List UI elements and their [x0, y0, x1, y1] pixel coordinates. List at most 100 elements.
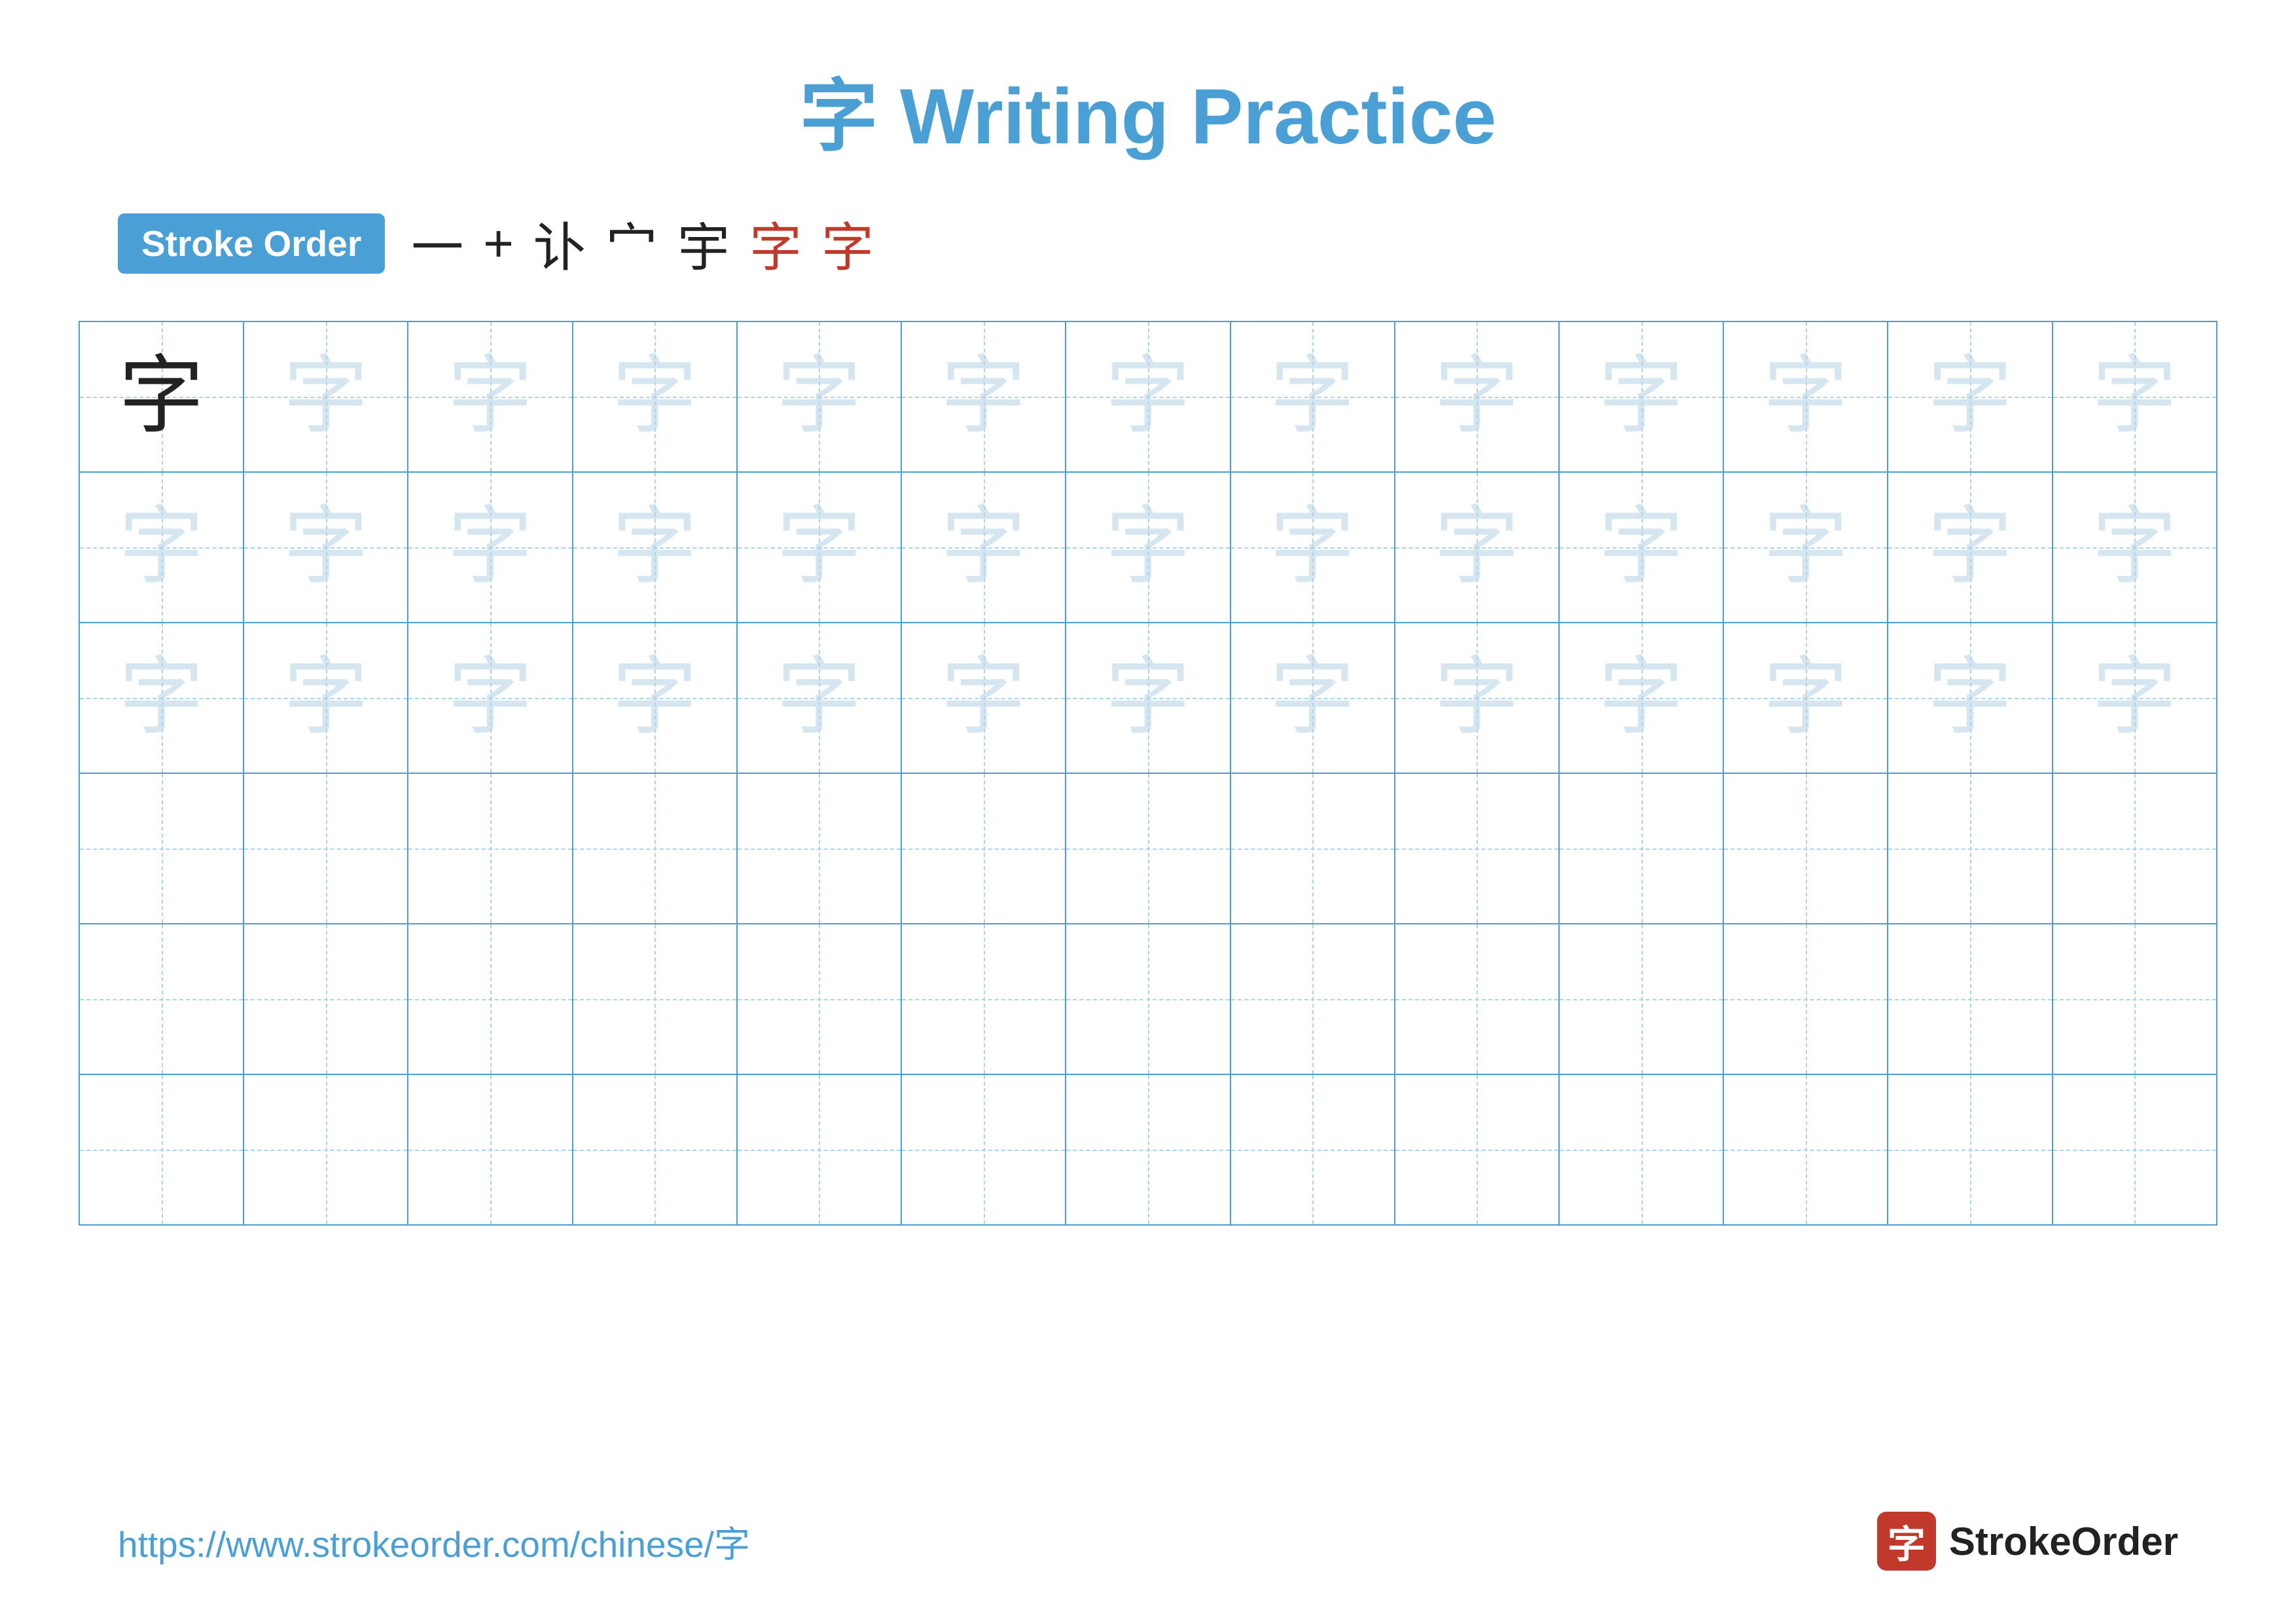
grid-cell[interactable]	[243, 924, 408, 1074]
stroke-order-badge: Stroke Order	[118, 213, 385, 274]
stroke-1: 一	[411, 206, 463, 282]
grid-cell[interactable]	[2053, 1074, 2217, 1225]
grid-cell[interactable]	[737, 773, 901, 924]
grid-cell[interactable]	[1559, 1074, 1723, 1225]
grid-cell[interactable]: 字	[1230, 623, 1395, 773]
grid-cell[interactable]	[408, 1074, 572, 1225]
grid-cell[interactable]	[1888, 924, 2052, 1074]
char-faint: 字	[2092, 350, 2177, 444]
grid-cell[interactable]	[1230, 924, 1395, 1074]
grid-cell[interactable]: 字	[2053, 321, 2217, 472]
grid-cell[interactable]: 字	[573, 321, 737, 472]
grid-cell[interactable]	[901, 924, 1066, 1074]
grid-cell[interactable]	[1723, 1074, 1888, 1225]
grid-cell[interactable]: 字	[408, 623, 572, 773]
grid-cell[interactable]: 字	[1395, 623, 1559, 773]
grid-cell[interactable]	[1559, 773, 1723, 924]
grid-cell[interactable]	[1395, 773, 1559, 924]
title-char: 字	[800, 73, 878, 160]
stroke-6: 字	[749, 206, 802, 282]
char-faint: 字	[1105, 350, 1191, 444]
grid-cell[interactable]: 字	[573, 623, 737, 773]
grid-cell[interactable]: 字	[243, 472, 408, 623]
grid-cell[interactable]: 字	[737, 623, 901, 773]
grid-cell[interactable]: 字	[1230, 472, 1395, 623]
grid-cell[interactable]	[1066, 924, 1230, 1074]
grid-cell[interactable]: 字	[408, 472, 572, 623]
grid-cell[interactable]	[1888, 1074, 2052, 1225]
grid-cell[interactable]: 字	[1559, 321, 1723, 472]
char-faint: 字	[283, 651, 368, 745]
grid-cell[interactable]	[901, 773, 1066, 924]
table-row: 字 字 字 字 字 字 字 字 字 字 字 字 字	[79, 472, 2217, 623]
grid-cell[interactable]: 字	[1888, 472, 2052, 623]
char-solid: 字	[119, 350, 204, 444]
title-text: Writing Practice	[878, 73, 1497, 160]
grid-cell[interactable]: 字	[1723, 623, 1888, 773]
grid-cell[interactable]: 字	[573, 472, 737, 623]
char-faint: 字	[1763, 350, 1848, 444]
grid-cell[interactable]: 字	[243, 321, 408, 472]
grid-cell[interactable]: 字	[243, 623, 408, 773]
grid-cell[interactable]	[1395, 924, 1559, 1074]
grid-cell[interactable]: 字	[1888, 623, 2052, 773]
grid-cell[interactable]	[1723, 773, 1888, 924]
grid-cell[interactable]: 字	[79, 472, 243, 623]
grid-cell[interactable]: 字	[737, 321, 901, 472]
grid-cell[interactable]: 字	[1888, 321, 2052, 472]
grid-cell[interactable]: 字	[1395, 472, 1559, 623]
grid-cell[interactable]: 字	[408, 321, 572, 472]
grid-cell[interactable]: 字	[1066, 623, 1230, 773]
grid-cell[interactable]: 字	[1723, 472, 1888, 623]
grid-cell[interactable]	[408, 924, 572, 1074]
grid-cell[interactable]	[573, 1074, 737, 1225]
grid-cell[interactable]: 字	[737, 472, 901, 623]
char-faint: 字	[776, 651, 861, 745]
grid-cell[interactable]	[1066, 773, 1230, 924]
grid-cell[interactable]	[408, 773, 572, 924]
grid-cell[interactable]	[1723, 924, 1888, 1074]
grid-cell[interactable]: 字	[1066, 472, 1230, 623]
grid-cell[interactable]	[79, 924, 243, 1074]
grid-cell[interactable]	[737, 1074, 901, 1225]
grid-cell[interactable]	[243, 773, 408, 924]
grid-cell[interactable]	[79, 1074, 243, 1225]
grid-cell[interactable]: 字	[2053, 472, 2217, 623]
grid-cell[interactable]: 字	[1230, 321, 1395, 472]
char-faint: 字	[776, 350, 861, 444]
grid-cell[interactable]	[2053, 773, 2217, 924]
grid-cell[interactable]: 字	[901, 472, 1066, 623]
grid-cell[interactable]: 字	[1559, 623, 1723, 773]
grid-cell[interactable]: 字	[901, 321, 1066, 472]
grid-cell[interactable]: 字	[79, 321, 243, 472]
grid-cell[interactable]: 字	[901, 623, 1066, 773]
footer-brand: 字 StrokeOrder	[1877, 1512, 2178, 1571]
stroke-7: 字	[821, 206, 874, 282]
grid-cell[interactable]: 字	[2053, 623, 2217, 773]
practice-grid: 字 字 字 字 字 字 字 字 字 字 字 字 字 字 字 字 字 字 字 字 …	[79, 321, 2217, 1226]
grid-cell[interactable]: 字	[1723, 321, 1888, 472]
grid-cell[interactable]	[243, 1074, 408, 1225]
grid-cell[interactable]: 字	[1066, 321, 1230, 472]
stroke-3: 讣	[533, 206, 586, 282]
grid-cell[interactable]	[573, 773, 737, 924]
grid-cell[interactable]	[1888, 773, 2052, 924]
char-faint: 字	[1928, 500, 2013, 594]
grid-cell[interactable]	[901, 1074, 1066, 1225]
grid-cell[interactable]	[1230, 773, 1395, 924]
grid-cell[interactable]	[1066, 1074, 1230, 1225]
grid-cell[interactable]	[737, 924, 901, 1074]
grid-cell[interactable]: 字	[79, 623, 243, 773]
grid-cell[interactable]: 字	[1559, 472, 1723, 623]
grid-cell[interactable]	[79, 773, 243, 924]
grid-cell[interactable]	[1559, 924, 1723, 1074]
grid-cell[interactable]: 字	[1395, 321, 1559, 472]
grid-cell[interactable]	[1395, 1074, 1559, 1225]
grid-cell[interactable]	[573, 924, 737, 1074]
stroke-2: +	[483, 213, 514, 274]
char-faint: 字	[612, 350, 697, 444]
stroke-4: 宀	[605, 206, 658, 282]
grid-cell[interactable]	[2053, 924, 2217, 1074]
footer-url[interactable]: https://www.strokeorder.com/chinese/字	[118, 1515, 750, 1567]
grid-cell[interactable]	[1230, 1074, 1395, 1225]
